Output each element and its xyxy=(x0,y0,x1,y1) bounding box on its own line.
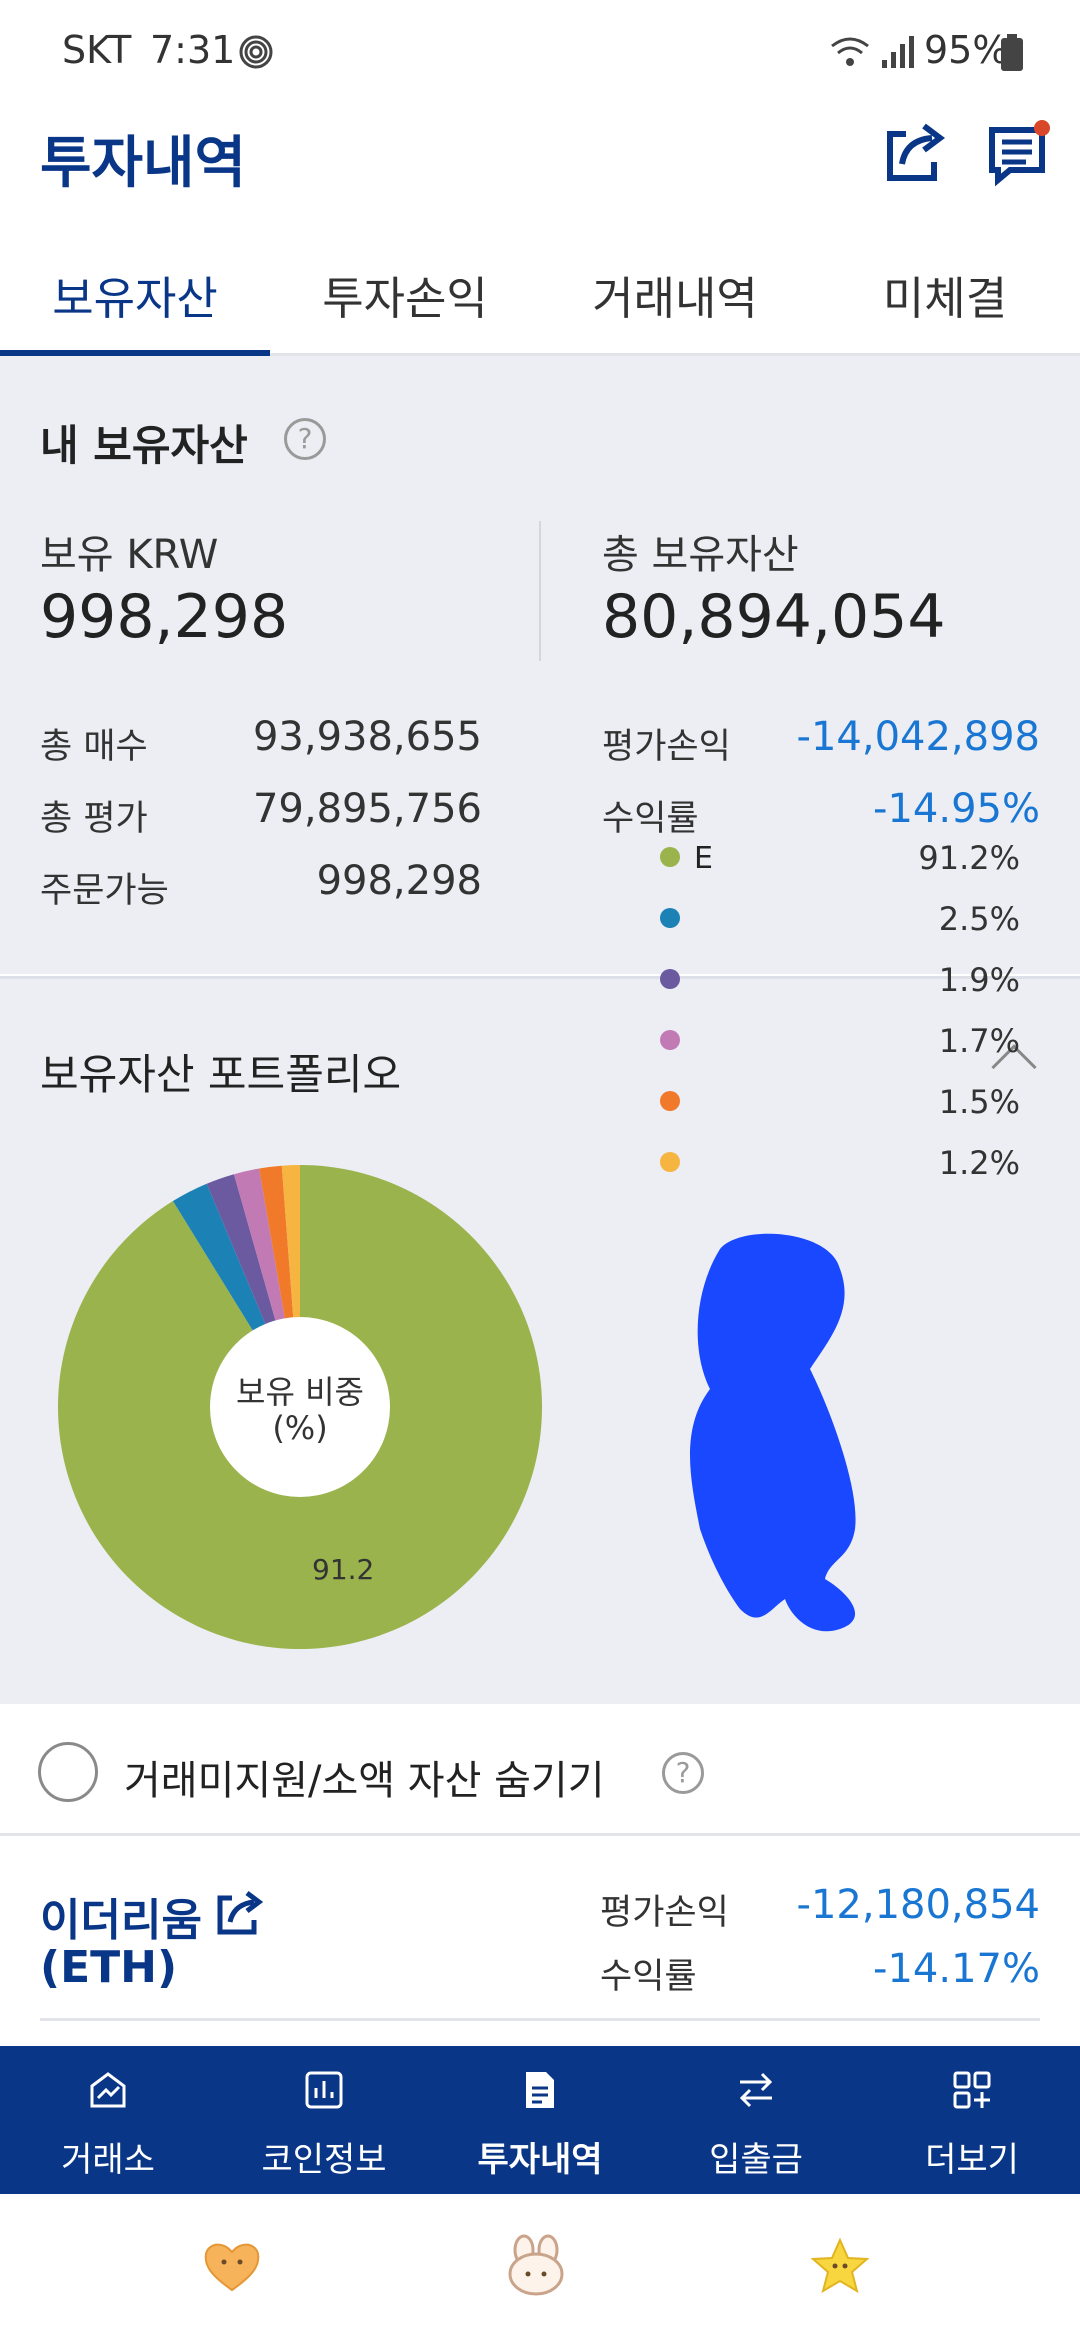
tab-bar: 보유자산 투자손익 거래내역 미체결 xyxy=(0,240,1080,356)
nav-exchange[interactable]: 거래소 xyxy=(0,2046,216,2194)
orderable-value: 998,298 xyxy=(316,858,482,904)
asset-pnl-label: 평가손익 xyxy=(600,1893,729,1933)
total-assets-label: 총 보유자산 xyxy=(602,532,799,578)
nav-label: 코인정보 xyxy=(261,2140,387,2180)
total-assets-value: 80,894,054 xyxy=(602,582,946,652)
eval-pnl-label: 평가손익 xyxy=(602,727,731,767)
help-icon[interactable]: ? xyxy=(662,1752,704,1794)
total-buy-value: 93,938,655 xyxy=(252,714,482,760)
system-shortcut-bar xyxy=(0,2194,1080,2340)
wifi-icon xyxy=(831,37,869,66)
bunny-emoji-icon[interactable] xyxy=(504,2234,568,2298)
redaction-scribble xyxy=(690,1233,856,1632)
hide-small-assets-radio[interactable] xyxy=(38,1742,98,1802)
external-link-icon[interactable] xyxy=(214,1888,264,1938)
chart-line-icon xyxy=(90,2072,126,2108)
total-buy-label: 총 매수 xyxy=(40,727,148,767)
legend-dot xyxy=(660,847,680,867)
transfer-icon xyxy=(739,2072,773,2108)
krw-label: 보유 KRW xyxy=(40,532,219,578)
notice-icon[interactable] xyxy=(986,118,1056,188)
total-eval-value: 79,895,756 xyxy=(252,786,482,832)
portfolio-title: 보유자산 포트폴리오 xyxy=(40,1050,402,1099)
asset-row-eth[interactable]: 이더리움 (ETH) 평가손익 -12,180,854 수익률 -14.17% xyxy=(0,1838,1080,2048)
legend-percent: 91.2% xyxy=(918,839,1020,877)
hide-small-assets-row[interactable]: 거래미지원/소액 자산 숨기기 ? xyxy=(0,1706,1080,1836)
legend-percent: 1.5% xyxy=(938,1083,1020,1121)
legend-percent: 2.5% xyxy=(938,900,1020,938)
nav-label: 투자내역 xyxy=(477,2140,603,2180)
star-emoji-icon[interactable] xyxy=(810,2236,870,2296)
asset-rate-value: -14.17% xyxy=(873,1946,1040,1992)
tab-pending-orders[interactable]: 미체결 xyxy=(810,262,1080,327)
bottom-navigation: 거래소 코인정보 투자내역 입출금 더보기 xyxy=(0,2046,1080,2194)
legend-dot xyxy=(660,1152,680,1172)
heart-emoji-icon[interactable] xyxy=(202,2240,262,2294)
return-rate-label: 수익률 xyxy=(602,799,699,839)
share-icon[interactable] xyxy=(880,118,950,188)
battery-level: 95% xyxy=(924,28,1009,72)
summary-title: 내 보유자산 xyxy=(40,421,248,470)
carrier-name: SKT xyxy=(62,28,132,72)
donut-center-label-1: 보유 비중 xyxy=(236,1373,364,1411)
asset-pnl-value: -12,180,854 xyxy=(796,1882,1040,1928)
legend-dot xyxy=(660,1091,680,1111)
legend-label: E xyxy=(694,841,713,876)
status-bar: SKT 7:31 95% xyxy=(0,0,1080,100)
asset-name: 이더리움 xyxy=(40,1895,202,1946)
page-title: 투자내역 xyxy=(40,131,247,196)
slice-value-label: 91.2 xyxy=(312,1553,375,1586)
fingerprint-icon xyxy=(239,35,273,69)
portfolio-section: 보유자산 포트폴리오 보유 비중 (%) 91.2 91.2% 2.5% 1.9% 1… xyxy=(0,839,1080,1704)
nav-coin-info[interactable]: 코인정보 xyxy=(216,2046,432,2194)
bar-chart-icon xyxy=(305,2071,343,2109)
battery-icon xyxy=(1001,34,1023,71)
nav-label: 거래소 xyxy=(61,2140,155,2180)
total-eval-label: 총 평가 xyxy=(40,799,148,839)
tab-profit-loss[interactable]: 투자손익 xyxy=(270,262,540,327)
return-rate-value: -14.95% xyxy=(873,786,1040,832)
legend-percent: 1.7% xyxy=(938,1022,1020,1060)
orderable-label: 주문가능 xyxy=(40,871,169,911)
asset-rate-label: 수익률 xyxy=(600,1957,697,1997)
grid-plus-icon xyxy=(953,2071,991,2109)
nav-more[interactable]: 더보기 xyxy=(864,2046,1080,2194)
tab-transactions[interactable]: 거래내역 xyxy=(540,262,810,327)
legend-dot xyxy=(660,969,680,989)
row-divider xyxy=(40,2018,1040,2021)
krw-value: 998,298 xyxy=(40,582,289,652)
asset-symbol: (ETH) xyxy=(40,1942,178,1993)
summary-divider xyxy=(539,521,541,661)
eval-pnl-value: -14,042,898 xyxy=(796,714,1040,760)
nav-deposit-withdraw[interactable]: 입출금 xyxy=(648,2046,864,2194)
legend-dot xyxy=(660,908,680,928)
tab-holdings[interactable]: 보유자산 xyxy=(0,262,270,327)
legend-percent: 1.2% xyxy=(938,1144,1020,1182)
nav-investment-history[interactable]: 투자내역 xyxy=(432,2046,648,2194)
donut-center-label-2: (%) xyxy=(272,1409,328,1447)
nav-label: 더보기 xyxy=(925,2140,1019,2180)
signal-icon xyxy=(882,36,914,68)
legend-percent: 1.9% xyxy=(938,961,1020,999)
clock: 7:31 xyxy=(150,28,236,72)
hide-small-assets-label: 거래미지원/소액 자산 숨기기 xyxy=(124,1758,605,1804)
help-icon[interactable]: ? xyxy=(284,418,326,460)
document-icon xyxy=(526,2072,554,2108)
holdings-summary: 내 보유자산 ? 보유 KRW 998,298 총 보유자산 80,894,05… xyxy=(0,356,1080,974)
nav-label: 입출금 xyxy=(709,2140,803,2180)
legend-dot xyxy=(660,1030,680,1050)
